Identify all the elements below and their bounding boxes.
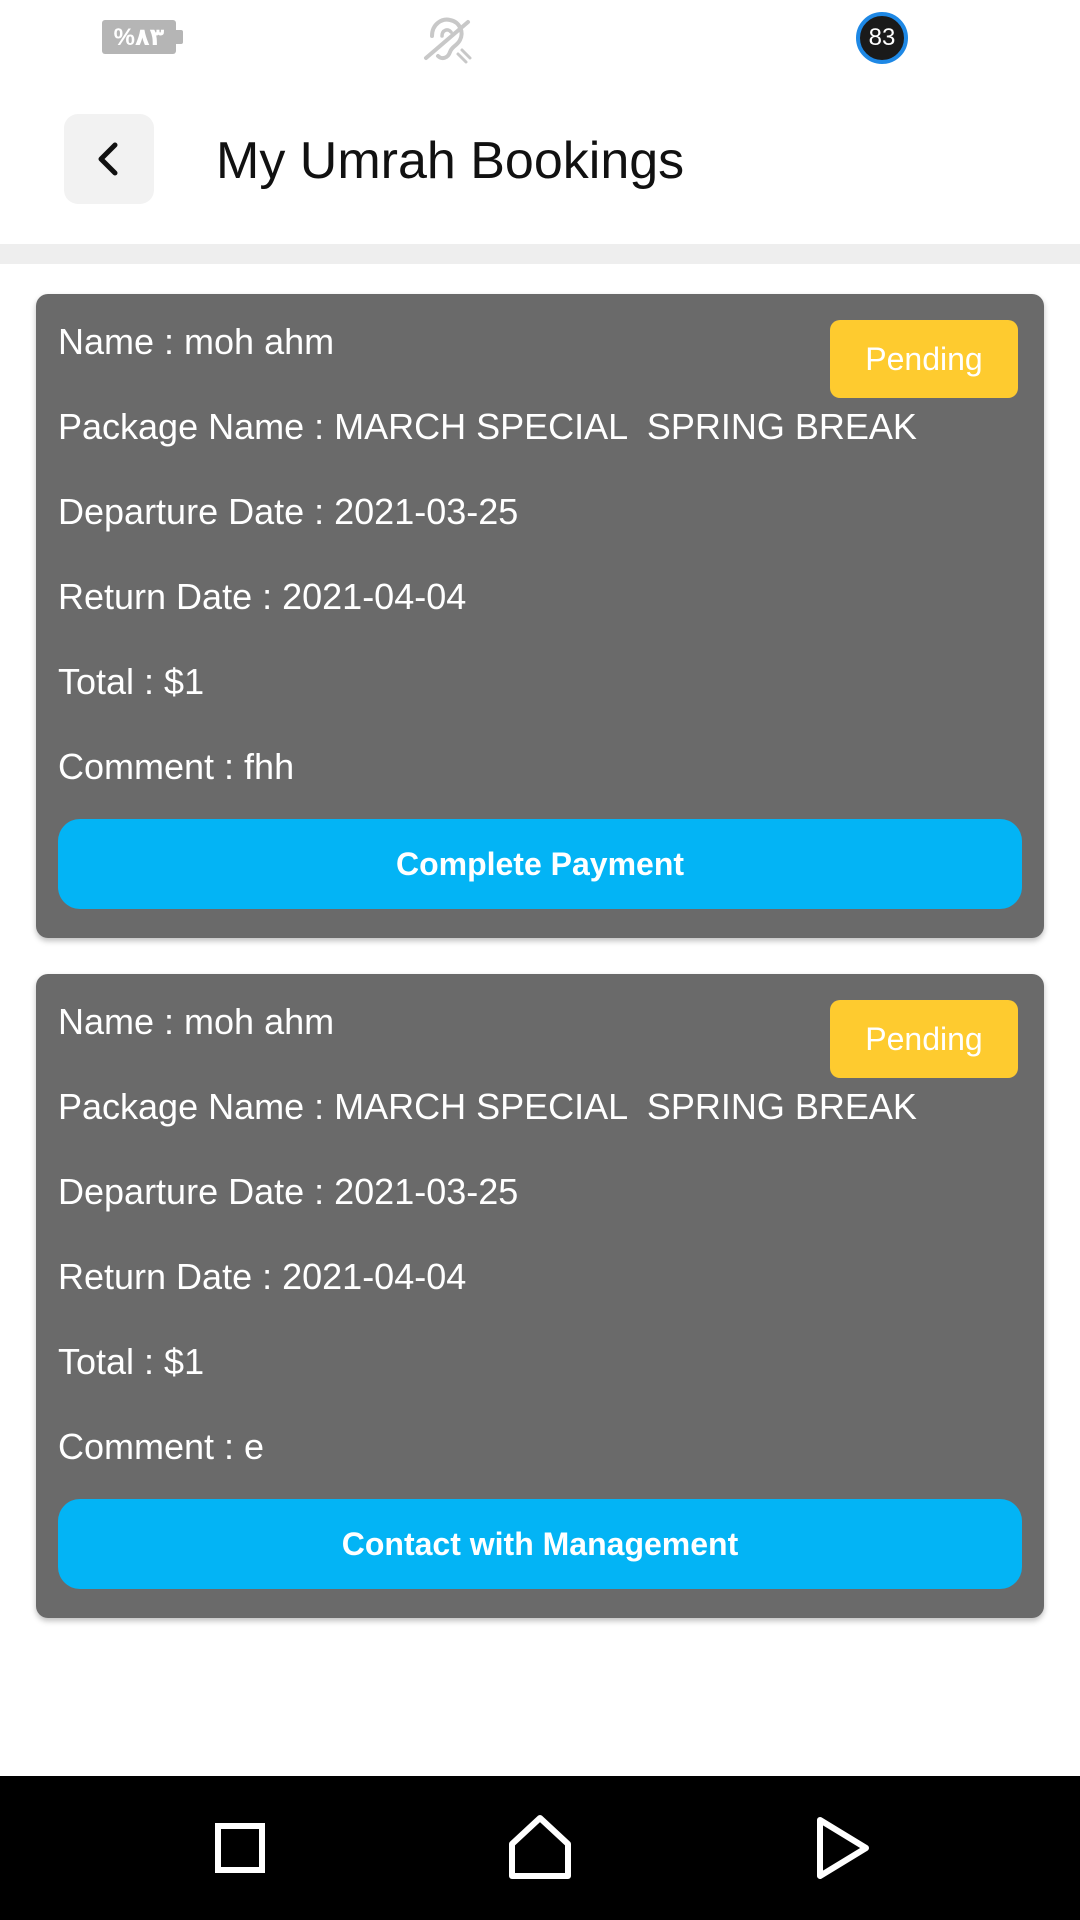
level-badge-value: 83 [868,24,896,51]
battery-level: %٨٣ [113,23,165,51]
booking-package: Package Name : MARCH SPECIAL SPRING BREA… [58,1086,917,1127]
app-header: My Umrah Bookings [0,80,1080,244]
back-button[interactable] [64,114,154,204]
booking-total: Total : $1 [58,661,205,702]
booking-name: Name : moh ahm [58,1001,335,1042]
status-bar: %٨٣ 83 [0,0,1080,80]
status-badge: Pending [830,1000,1018,1078]
booking-card: Name : moh ahm Pending Package Name : MA… [36,294,1044,938]
booking-package: Package Name : MARCH SPECIAL SPRING BREA… [58,406,917,447]
booking-comment: Comment : e [58,1426,265,1467]
booking-total: Total : $1 [58,1341,205,1382]
home-icon[interactable] [504,1812,576,1884]
booking-comment: Comment : fhh [58,746,295,787]
booking-return-date: Return Date : 2021-04-04 [58,576,467,617]
status-badge: Pending [830,320,1018,398]
booking-list: Name : moh ahm Pending Package Name : MA… [36,294,1044,1654]
navigation-bar [0,1776,1080,1920]
complete-payment-button[interactable]: Complete Payment [58,819,1022,909]
page-title: My Umrah Bookings [216,132,685,190]
screen: %٨٣ 83 My Umrah Bookings Name : moh ahm … [0,0,1080,1920]
level-badge-icon: 83 [856,12,908,64]
booking-card: Name : moh ahm Pending Package Name : MA… [36,974,1044,1618]
booking-return-date: Return Date : 2021-04-04 [58,1256,467,1297]
back-icon[interactable] [804,1812,876,1884]
header-divider [0,244,1080,264]
booking-departure-date: Departure Date : 2021-03-25 [58,491,519,532]
recent-apps-icon[interactable] [204,1812,276,1884]
contact-management-button[interactable]: Contact with Management [58,1499,1022,1589]
battery-icon: %٨٣ [102,20,183,54]
booking-name: Name : moh ahm [58,321,335,362]
booking-departure-date: Departure Date : 2021-03-25 [58,1171,519,1212]
hearing-icon [424,17,472,64]
chevron-left-icon [98,142,118,176]
